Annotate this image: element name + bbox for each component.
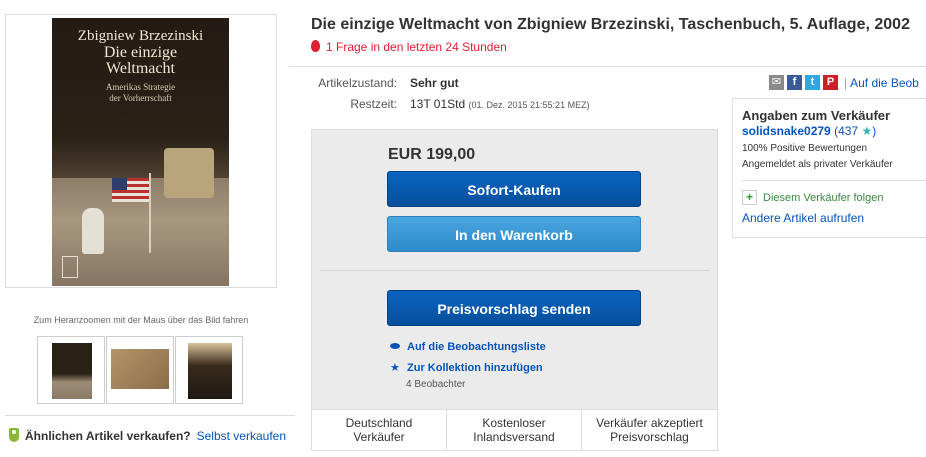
facebook-icon[interactable]: f [787,75,802,91]
add-to-watchlist-link[interactable]: Auf die Beobachtungsliste [390,341,546,353]
item-title: Die einzige Weltmacht von Zbigniew Brzez… [311,16,910,33]
seller-identity: solidsnake0279 (437 ★) [742,124,876,138]
astronaut [82,208,104,254]
buybox-divider [320,270,709,271]
thumbnail-2-image [111,349,169,389]
flame-icon [311,40,320,52]
pinterest-icon[interactable]: P [823,75,838,91]
thumbnail-3-image [188,343,232,399]
seller-name-link[interactable]: solidsnake0279 [742,124,831,138]
watch-link-top[interactable]: Auf die Beob [850,76,919,90]
thumbnail-strip [37,336,243,404]
plus-icon: + [742,190,757,205]
price: EUR 199,00 [388,146,476,163]
zoom-hint: Zum Heranzoomen mit der Maus über das Bi… [33,315,249,325]
urgency-message: 1 Frage in den letzten 24 Stunden [311,40,507,54]
thumbnail-1[interactable] [37,336,105,404]
cover-subtitle: Amerikas Strategie der Vorherrschaft [52,82,229,104]
add-to-watchlist-label: Auf die Beobachtungsliste [407,341,546,353]
feature-1-line2: Verkäufer [353,430,405,444]
seller-panel-title: Angaben zum Verkäufer [742,108,891,123]
title-divider [289,66,926,67]
sell-similar-question: Ähnlichen Artikel verkaufen? [25,429,191,443]
cover-author: Zbigniew Brzezinski [77,28,204,44]
time-left-duration: 13T 01Std [410,97,466,111]
price-tag-icon [9,428,19,442]
cover-subtitle-line1: Amerikas Strategie [105,82,176,92]
main-product-image[interactable]: Zbigniew Brzezinski Die einzige Weltmach… [5,14,277,288]
urgency-text: 1 Frage in den letzten 24 Stunden [326,40,507,54]
feature-2-line2: Inlandsversand [473,430,555,444]
thumbnail-1-image [52,343,92,399]
lunar-lander [164,148,214,198]
feedback-score[interactable]: (437 [834,124,858,138]
follow-seller-button[interactable]: + Diesem Verkäufer folgen [742,190,883,205]
twitter-icon[interactable]: t [805,75,820,91]
time-left-label: Restzeit: [350,97,397,111]
add-to-collection-link[interactable]: ★ Zur Kollektion hinzufügen [390,361,543,374]
time-left-value: 13T 01Std (01. Dez. 2015 21:55:21 MEZ) [410,97,590,111]
eye-icon [390,343,400,349]
positive-feedback: 100% Positive Bewertungen [742,143,868,154]
sell-similar: Ähnlichen Artikel verkaufen? Selbst verka… [9,428,286,443]
view-other-items-link[interactable]: Andere Artikel aufrufen [742,211,864,225]
seller-info-panel: Angaben zum Verkäufer solidsnake0279 (43… [732,98,926,238]
feedback-score-close: ) [872,124,877,138]
buy-box: EUR 199,00 Sofort-Kaufen In den Warenkor… [311,129,718,451]
seller-registration: Angemeldet als privater Verkäufer [742,159,893,170]
add-to-cart-button[interactable]: In den Warenkorb [387,216,641,252]
feature-strip: Deutschland Verkäufer Kostenloser Inland… [312,409,717,451]
end-date: (01. Dez. 2015 21:55:21 MEZ) [468,100,590,110]
feature-best-offer: Verkäufer akzeptiert Preisvorschlag [582,410,717,451]
cover-title-line2: Weltmacht [106,60,175,77]
make-offer-button[interactable]: Preisvorschlag senden [387,290,641,326]
seller-divider [742,180,926,181]
flagpole [149,173,151,253]
feature-2-line1: Kostenloser [482,416,546,430]
cover-title: Die einzige Weltmacht [52,45,229,77]
feedback-star-icon: ★ [861,124,873,138]
feature-free-shipping: Kostenloser Inlandsversand [447,410,582,451]
cover-subtitle-line2: der Vorherrschaft [109,93,172,103]
feature-1-line1: Deutschland [345,416,413,430]
sell-yourself-link[interactable]: Selbst verkaufen [197,429,286,443]
left-divider [5,415,295,416]
watcher-count: 4 Beobachter [406,379,466,390]
feature-3-line1: Verkäufer akzeptiert [596,416,703,430]
follow-seller-label: Diesem Verkäufer folgen [763,192,884,204]
thumbnail-2[interactable] [106,336,174,404]
share-bar: ✉ f t P | Auf die Beob [769,75,919,91]
cover-title-line1: Die einzige [103,44,178,61]
us-flag [112,178,150,202]
star-icon: ★ [390,362,400,374]
mail-icon[interactable]: ✉ [769,75,784,91]
book-cover-image: Zbigniew Brzezinski Die einzige Weltmach… [52,18,229,286]
condition-value: Sehr gut [410,76,459,90]
condition-label: Artikelzustand: [318,76,397,90]
buy-now-button[interactable]: Sofort-Kaufen [387,171,641,207]
publisher-logo [62,256,78,278]
add-to-collection-label: Zur Kollektion hinzufügen [407,362,543,374]
feature-seller-country: Deutschland Verkäufer [312,410,447,451]
share-separator: | [844,75,848,90]
thumbnail-3[interactable] [175,336,243,404]
feature-3-line2: Preisvorschlag [610,430,689,444]
